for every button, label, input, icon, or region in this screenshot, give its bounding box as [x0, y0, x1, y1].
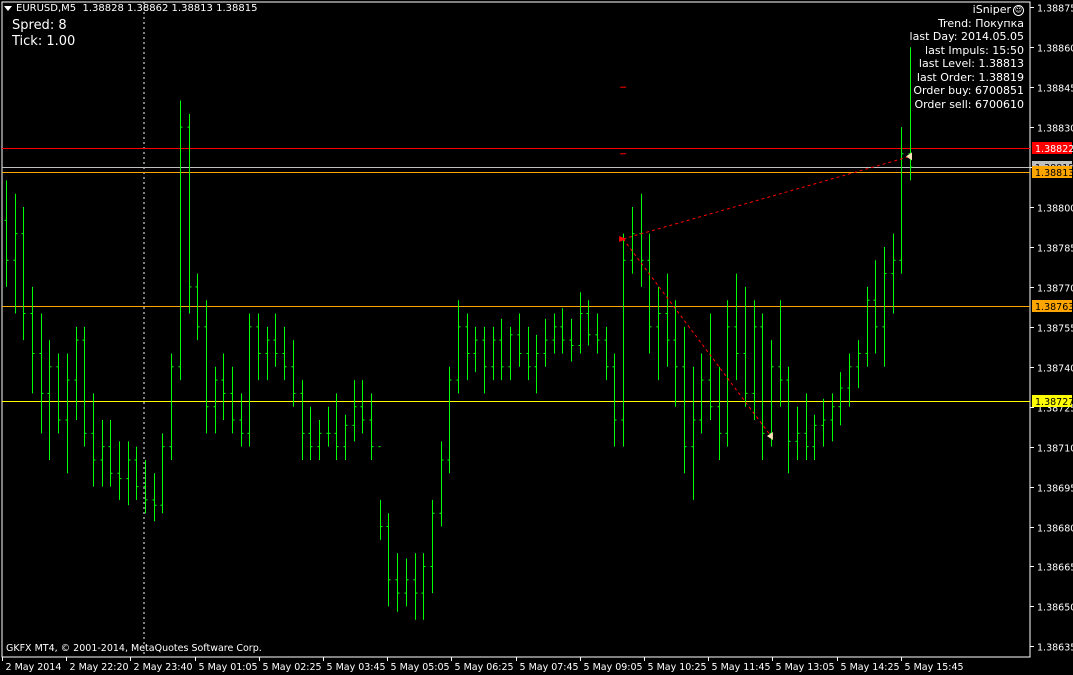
- y-tick-label: 1.38875: [1037, 4, 1073, 15]
- level-price-label: 1.38822: [1035, 144, 1073, 155]
- level-price-label: 1.38813: [1035, 168, 1073, 179]
- y-tick-label: 1.38710: [1037, 444, 1073, 455]
- y-tick-label: 1.38635: [1037, 643, 1073, 654]
- level-price-label: 1.38763: [1035, 302, 1073, 313]
- panel-title-text: iSniper: [972, 3, 1011, 16]
- panel-line: last Level: 1.38813: [918, 57, 1024, 70]
- copyright-label: GKFX MT4, © 2001-2014, MetaQuotes Softwa…: [6, 643, 262, 654]
- level-price-label: 1.38727: [1035, 397, 1073, 408]
- panel-line: last Day: 2014.05.05: [909, 30, 1024, 43]
- x-tick-label: 2 May 2014: [6, 662, 62, 673]
- y-tick-label: 1.38770: [1037, 284, 1073, 295]
- trade-line: [623, 155, 911, 240]
- y-tick-label: 1.38680: [1037, 524, 1073, 535]
- panel-line: last Impuls: 15:50: [925, 43, 1024, 57]
- x-tick-label: 5 May 03:45: [327, 662, 386, 673]
- y-tick-label: 1.38650: [1037, 603, 1073, 614]
- x-tick-label: 5 May 10:25: [648, 662, 707, 673]
- y-tick-label: 1.38695: [1037, 484, 1073, 495]
- panel-line: last Order: 1.38819: [916, 70, 1024, 84]
- y-tick-label: 1.38830: [1037, 124, 1073, 135]
- panel-line: Order buy: 6700851: [913, 84, 1024, 97]
- y-tick-label: 1.38845: [1037, 84, 1073, 95]
- y-tick-label: 1.38785: [1037, 244, 1073, 255]
- chart-header: EURUSD,M5 1.38828 1.38862 1.38813 1.3881…: [4, 3, 257, 14]
- panel-line: Trend: Покупка: [937, 16, 1024, 30]
- x-tick-label: 5 May 05:05: [391, 662, 450, 673]
- panel-title: iSniper ☺: [910, 3, 1024, 17]
- x-tick-label: 5 May 07:45: [520, 662, 579, 673]
- smiley-icon: ☺: [1013, 4, 1024, 16]
- x-tick-label: 5 May 13:05: [776, 662, 835, 673]
- x-tick-label: 5 May 14:25: [841, 662, 900, 673]
- spread-info: Spred: 8 Tick: 1.00: [12, 18, 75, 50]
- x-tick-label: 5 May 02:25: [263, 662, 322, 673]
- x-tick-label: 5 May 01:05: [199, 662, 258, 673]
- trade-line: [622, 238, 772, 437]
- tick-label: Tick: 1.00: [12, 34, 76, 49]
- x-tick-label: 5 May 06:25: [455, 662, 514, 673]
- y-tick-label: 1.38665: [1037, 563, 1073, 574]
- spread-label: Spred: 8: [12, 18, 67, 33]
- x-tick-label: 5 May 11:45: [712, 662, 771, 673]
- chevron-down-icon[interactable]: [4, 5, 12, 11]
- x-tick-label: 2 May 22:20: [70, 662, 129, 673]
- symbol-label: EURUSD,M5: [16, 3, 77, 14]
- isniper-panel: iSniper ☺ Trend: Покупка last Day: 2014.0…: [910, 3, 1024, 111]
- y-tick-label: 1.38740: [1037, 364, 1073, 375]
- y-tick-label: 1.38755: [1037, 324, 1073, 335]
- x-tick-label: 2 May 23:40: [134, 662, 193, 673]
- y-tick-label: 1.38800: [1037, 204, 1073, 215]
- y-tick-label: 1.38860: [1037, 44, 1073, 55]
- x-tick-label: 5 May 15:45: [905, 662, 964, 673]
- x-tick-label: 5 May 09:05: [584, 662, 643, 673]
- panel-line: Order sell: 6700610: [914, 97, 1024, 111]
- ohlc-readout: 1.38828 1.38862 1.38813 1.38815: [82, 3, 258, 14]
